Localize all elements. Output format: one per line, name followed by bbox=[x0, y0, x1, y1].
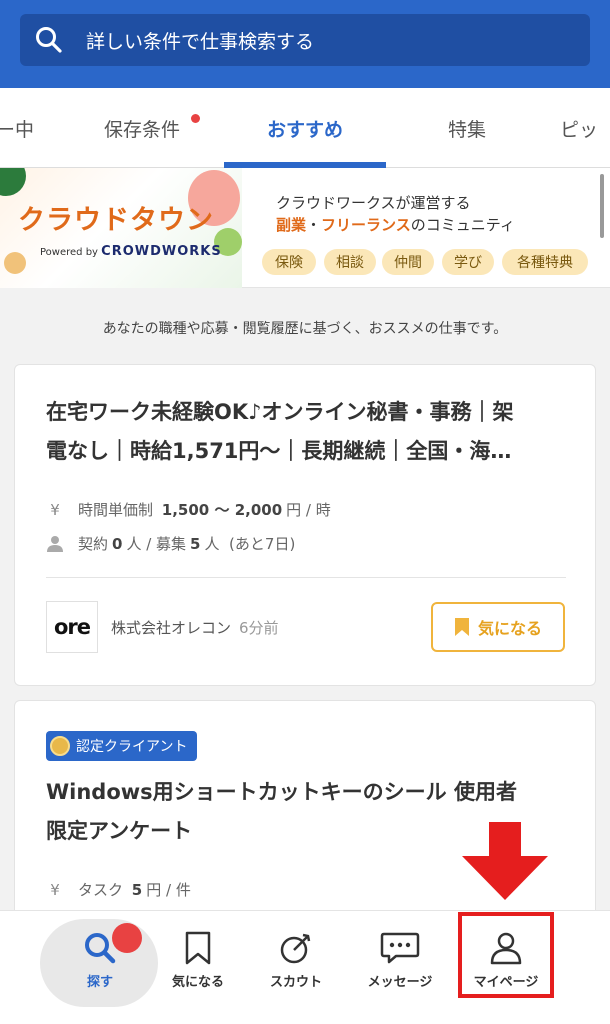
job-contracts: 契約 0 人 / 募集 5 人 (あと7日) bbox=[46, 533, 295, 554]
tab-recommended[interactable]: おすすめ bbox=[224, 88, 386, 168]
target-icon bbox=[280, 933, 311, 964]
posted-time: 6分前 bbox=[239, 619, 279, 637]
banner-scrollbar[interactable] bbox=[600, 174, 604, 238]
company-logo: ore bbox=[46, 601, 98, 653]
banner-chip: 学び bbox=[442, 249, 494, 275]
favorite-button[interactable]: 気になる bbox=[431, 602, 565, 652]
recommend-intro: あなたの職種や応募・閲覧履歴に基づく、おススメの仕事です。 bbox=[102, 321, 508, 337]
search-placeholder: 詳しい条件で仕事検索する bbox=[86, 30, 315, 53]
crowdtown-banner[interactable]: クラウドタウン Powered by CROWDWORKS クラウドワークスが運… bbox=[0, 168, 610, 288]
tab-saved-conditions[interactable]: 保存条件 bbox=[80, 88, 204, 168]
banner-line2: 副業・フリーランスのコミュニティ bbox=[276, 216, 515, 234]
banner-title: クラウドタウン bbox=[18, 205, 214, 236]
job-card[interactable]: 在宅ワーク未経験OK♪オンライン秘書・事務｜架 電なし｜時給1,571円〜｜長期… bbox=[14, 364, 596, 686]
notification-dot bbox=[191, 114, 200, 123]
red-arrow-annotation bbox=[462, 822, 548, 900]
yen-icon: ¥ bbox=[50, 500, 60, 519]
nav-messages[interactable]: メッセージ bbox=[350, 911, 450, 1001]
job-price: ¥ タスク 5 円 / 件 bbox=[46, 879, 191, 900]
certified-client-badge: 認定クライアント bbox=[46, 731, 198, 761]
banner-chip: 相談 bbox=[324, 249, 376, 275]
banner-powered-by: Powered by CROWDWORKS bbox=[40, 244, 222, 259]
bookmark-icon bbox=[185, 931, 211, 965]
search-bar[interactable]: 詳しい条件で仕事検索する bbox=[20, 14, 590, 66]
job-price: ¥ 時間単価制 1,500 〜 2,000 円 / 時 bbox=[46, 499, 331, 520]
job-title[interactable]: 在宅ワーク未経験OK♪オンライン秘書・事務｜架 電なし｜時給1,571円〜｜長期… bbox=[46, 393, 574, 471]
nav-scout[interactable]: スカウト bbox=[246, 911, 346, 1001]
company-info: 株式会社オレコン 6分前 bbox=[111, 617, 279, 638]
notification-dot bbox=[112, 923, 142, 953]
search-icon bbox=[36, 27, 62, 53]
banner-line1: クラウドワークスが運営する bbox=[276, 194, 471, 212]
tab-features[interactable]: 特集 bbox=[412, 88, 522, 168]
divider bbox=[46, 577, 566, 578]
company-name: 株式会社オレコン bbox=[111, 619, 232, 637]
tab-pickup[interactable]: ピッ bbox=[560, 88, 610, 168]
banner-chip: 保険 bbox=[262, 249, 316, 275]
person-icon bbox=[47, 535, 63, 552]
nav-favorites[interactable]: 気になる bbox=[148, 911, 248, 1001]
crowdworks-logo: CROWDWORKS bbox=[101, 244, 222, 259]
tab-bar: ー中 保存条件 おすすめ 特集 ピッ bbox=[0, 88, 610, 168]
banner-image: クラウドタウン Powered by CROWDWORKS bbox=[0, 168, 242, 288]
header: 詳しい条件で仕事検索する bbox=[0, 0, 610, 88]
chat-bubble-icon bbox=[380, 932, 420, 964]
tab-applying[interactable]: ー中 bbox=[0, 88, 40, 168]
medal-icon bbox=[50, 736, 70, 756]
bookmark-icon bbox=[454, 618, 469, 636]
banner-chip: 仲間 bbox=[382, 249, 434, 275]
banner-chip: 各種特典 bbox=[502, 249, 588, 275]
yen-icon: ¥ bbox=[50, 880, 60, 899]
red-highlight-box bbox=[458, 912, 554, 998]
